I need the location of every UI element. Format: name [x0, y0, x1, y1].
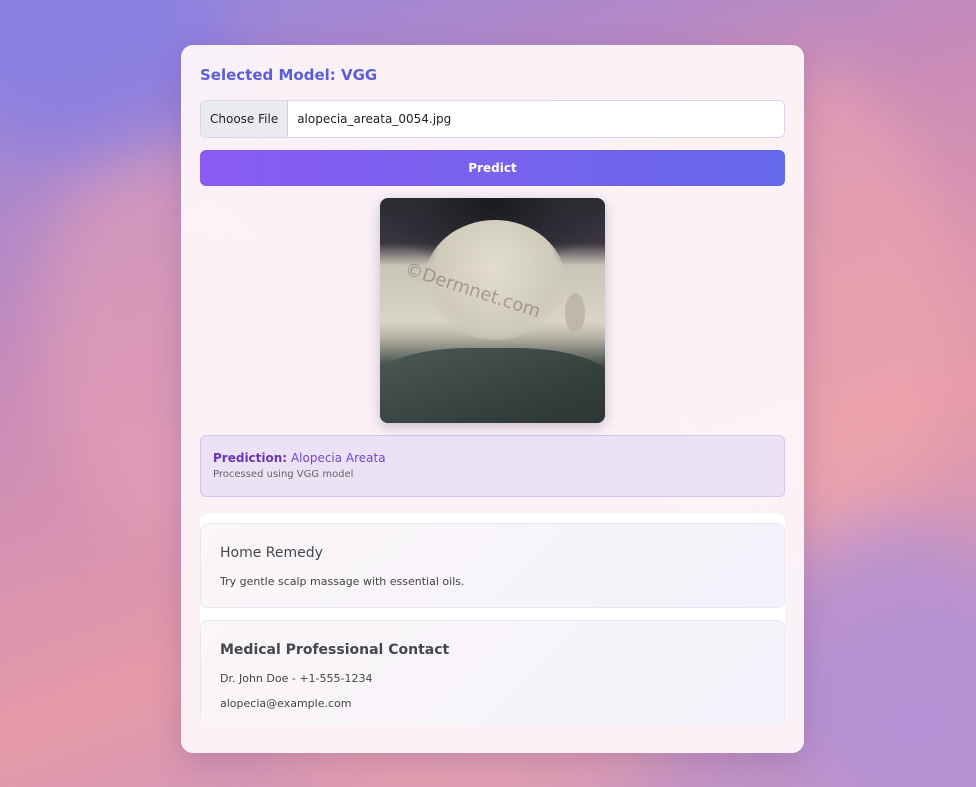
prediction-value: Alopecia Areata [290, 451, 386, 465]
choose-file-button[interactable]: Choose File [201, 101, 289, 137]
selected-model-label: Selected Model: [200, 66, 336, 84]
contact-email[interactable]: alopecia@example.com [220, 697, 765, 710]
selected-model-name: VGG [341, 66, 378, 84]
home-remedy-card: Home Remedy Try gentle scalp massage wit… [200, 523, 785, 608]
main-card: Selected Model: VGG Choose File alopecia… [181, 45, 804, 753]
selected-model-heading: Selected Model: VGG [200, 65, 785, 85]
uploaded-image-preview: ©Dermnet.com [380, 198, 605, 423]
medical-contact-title: Medical Professional Contact [220, 642, 450, 658]
predict-button[interactable]: Predict [200, 150, 785, 186]
doctor-contact: Dr. John Doe - +1-555-1234 [220, 672, 373, 685]
home-remedy-text: Try gentle scalp massage with essential … [220, 575, 465, 588]
prediction-result: Prediction: Alopecia Areata Processed us… [200, 435, 785, 497]
prediction-line: Prediction: Alopecia Areata [213, 450, 772, 466]
prediction-subtext: Processed using VGG model [213, 469, 354, 480]
medical-contact-card: Medical Professional Contact Dr. John Do… [200, 620, 785, 725]
info-scroll-area[interactable]: Home Remedy Try gentle scalp massage wit… [200, 513, 785, 725]
home-remedy-title: Home Remedy [220, 545, 323, 561]
prediction-label: Prediction: [213, 451, 288, 465]
file-input[interactable]: Choose File alopecia_areata_0054.jpg [200, 100, 785, 138]
selected-file-name: alopecia_areata_0054.jpg [297, 112, 452, 126]
image-preview-container: ©Dermnet.com [200, 198, 785, 423]
preview-ear [565, 293, 585, 333]
preview-jacket [380, 348, 605, 423]
